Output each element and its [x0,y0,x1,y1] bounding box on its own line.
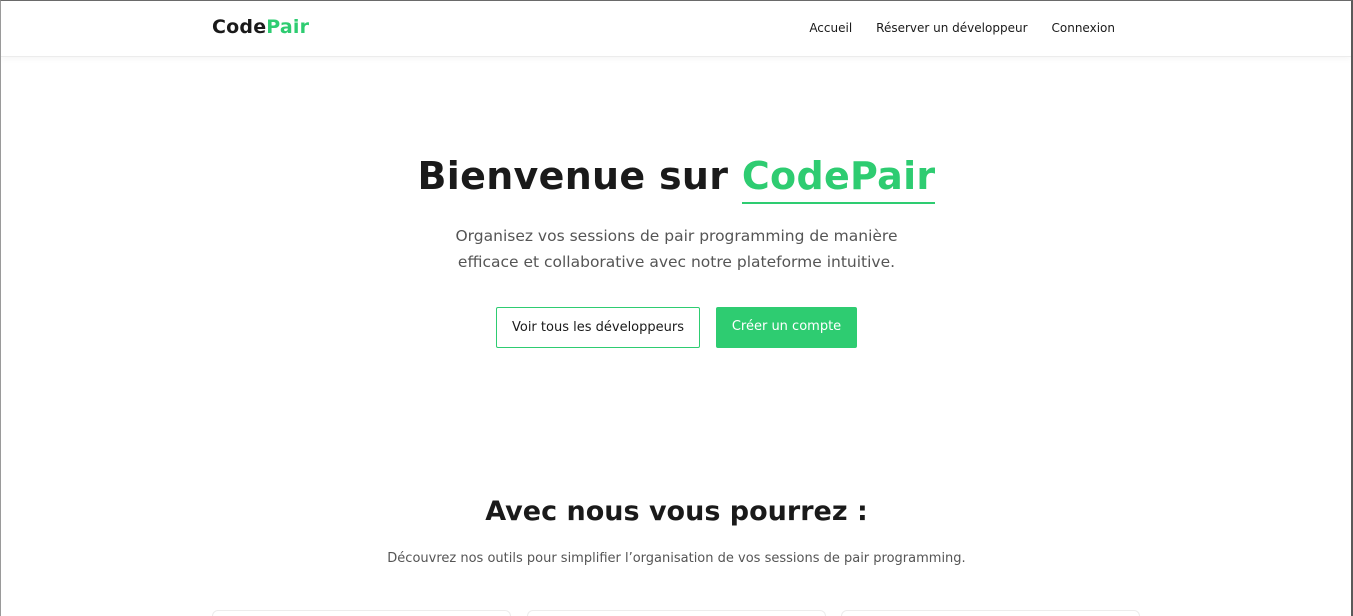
create-account-button[interactable]: Créer un compte [716,307,857,348]
top-nav-bar: CodePair Accueil Réserver un développeur… [1,1,1351,57]
main-nav: Accueil Réserver un développeur Connexio… [809,21,1115,35]
nav-link-home[interactable]: Accueil [809,21,852,35]
site-logo[interactable]: CodePair [212,16,309,38]
logo-text-pair: Pair [266,16,310,38]
feature-card [527,610,826,616]
nav-link-book-developer[interactable]: Réserver un développeur [876,21,1027,35]
features-subtitle: Découvrez nos outils pour simplifier l’o… [387,551,966,566]
page: CodePair Accueil Réserver un développeur… [0,0,1353,616]
hero-title: Bienvenue sur CodePair [1,154,1351,204]
hero-title-prefix: Bienvenue sur [417,154,742,198]
view-developers-button[interactable]: Voir tous les développeurs [496,307,700,348]
hero-title-accent: CodePair [741,154,936,204]
features-title: Avec nous vous pourrez : [485,496,868,527]
feature-card [212,610,511,616]
nav-link-login[interactable]: Connexion [1052,21,1116,35]
logo-text-code: Code [212,16,267,38]
hero-subtitle: Organisez vos sessions de pair programmi… [455,227,898,271]
feature-card [841,610,1140,616]
